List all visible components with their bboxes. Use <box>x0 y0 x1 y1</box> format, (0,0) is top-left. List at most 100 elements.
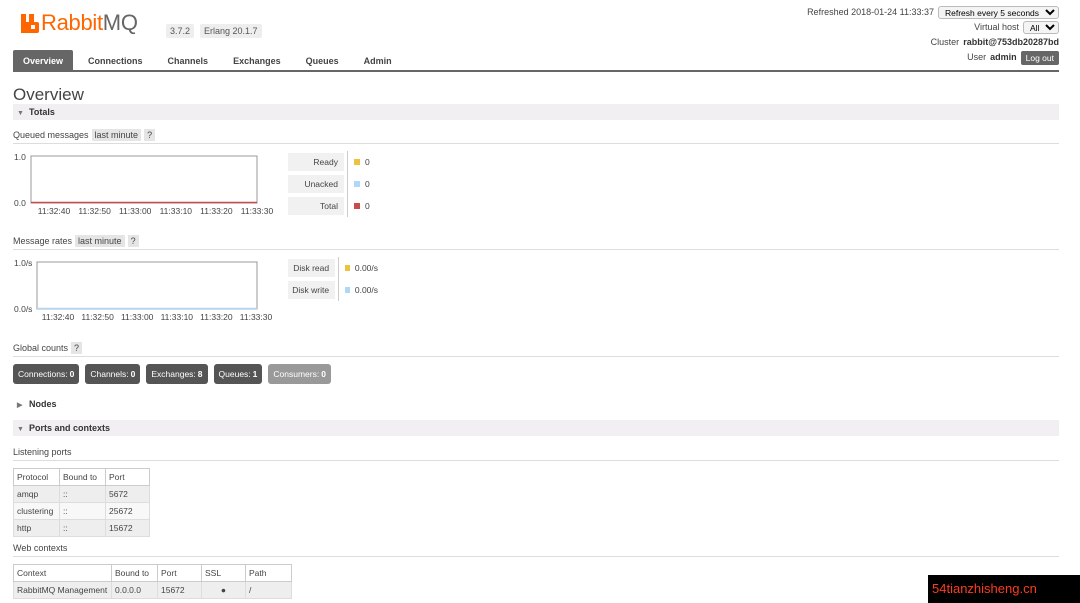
color-swatch <box>354 159 360 165</box>
global-counts: Connections: 0 Channels: 0 Exchanges: 8 Que… <box>13 364 331 384</box>
legend-unacked: Unacked 0 <box>288 173 378 195</box>
column-header: Bound to <box>59 468 106 486</box>
column-header: Port <box>105 468 150 486</box>
x-tick-label: 11:33:20 <box>200 206 233 216</box>
table-cell: 0.0.0.0 <box>111 581 158 599</box>
refreshed-timestamp: Refreshed 2018-01-24 11:33:37 <box>807 7 934 18</box>
virtual-host-select[interactable]: All <box>1023 21 1059 34</box>
y-axis-top-label: 1.0/s <box>14 258 32 268</box>
table-cell: amqp <box>13 485 60 503</box>
version-badge: 3.7.2 <box>166 24 195 38</box>
cluster-name: rabbit@753db20287bd <box>963 37 1059 48</box>
table-cell: / <box>245 581 292 599</box>
tab-queues[interactable]: Queues <box>296 50 349 70</box>
ports-section-title: Ports and contexts <box>29 423 111 433</box>
ssl-enabled-icon: ● <box>201 581 246 599</box>
page-title: Overview <box>13 85 84 104</box>
nodes-section-toggle[interactable]: ▶ Nodes <box>13 396 1059 412</box>
table-cell: 25672 <box>105 502 150 520</box>
y-axis-bottom-label: 0.0 <box>14 198 26 208</box>
consumers-count-button[interactable]: Consumers: 0 <box>268 364 331 384</box>
exchanges-count-button[interactable]: Exchanges: 8 <box>146 364 208 384</box>
help-icon[interactable]: ? <box>71 342 83 354</box>
table-row: http :: 15672 <box>13 519 150 537</box>
color-swatch <box>344 265 350 271</box>
totals-section-toggle[interactable]: ▼ Totals <box>13 104 1059 120</box>
table-cell: clustering <box>13 502 60 520</box>
connections-count-button[interactable]: Connections: 0 <box>13 364 80 384</box>
refresh-interval-select[interactable]: Refresh every 5 seconds <box>938 6 1059 19</box>
queued-messages-header: Queued messages last minute? <box>13 129 1059 144</box>
ports-section-toggle[interactable]: ▼ Ports and contexts <box>13 420 1059 436</box>
x-tick-label: 11:33:20 <box>200 312 233 322</box>
table-header-row: Protocol Bound to Port <box>13 468 150 486</box>
tab-channels[interactable]: Channels <box>158 50 219 70</box>
tab-overview[interactable]: Overview <box>13 50 74 70</box>
legend-value: 0 <box>365 179 370 189</box>
message-rates-label: Message rates <box>13 236 73 246</box>
web-contexts-label: Web contexts <box>13 543 68 553</box>
x-tick-label: 11:33:30 <box>241 206 274 216</box>
expanded-triangle-icon: ▼ <box>17 426 24 433</box>
table-cell: :: <box>59 519 106 537</box>
x-tick-label: 11:33:30 <box>240 312 273 322</box>
legend-value: 0 <box>365 157 370 167</box>
table-cell: :: <box>59 485 106 503</box>
color-swatch <box>344 287 350 293</box>
cluster-label: Cluster <box>930 37 960 48</box>
plot-area <box>36 261 258 310</box>
x-tick-label: 11:33:10 <box>160 206 193 216</box>
tab-connections[interactable]: Connections <box>78 50 153 70</box>
nodes-section-title: Nodes <box>29 399 57 409</box>
legend-value: 0.00/s <box>354 263 379 273</box>
table-cell: 5672 <box>105 485 150 503</box>
queued-messages-legend: Ready 0 Unacked 0 Total 0 <box>288 151 378 219</box>
brand-name: RabbitMQ <box>41 10 138 35</box>
column-header: Protocol <box>13 468 60 486</box>
table-header-row: Context Bound to Port SSL Path <box>13 564 292 582</box>
column-header: SSL <box>201 564 246 582</box>
column-header: Port <box>157 564 202 582</box>
main-nav-tabs: Overview Connections Channels Exchanges … <box>13 50 1059 72</box>
global-counts-label: Global counts <box>13 343 69 353</box>
listening-ports-header: Listening ports <box>13 447 1059 461</box>
help-icon[interactable]: ? <box>127 235 139 247</box>
legend-label: Unacked <box>288 175 344 193</box>
y-axis-bottom-label: 0.0/s <box>14 304 32 314</box>
queues-count-button[interactable]: Queues: 1 <box>213 364 263 384</box>
legend-ready: Ready 0 <box>288 151 378 173</box>
x-tick-label: 11:33:10 <box>161 312 194 322</box>
range-selector[interactable]: last minute <box>75 235 125 247</box>
color-swatch <box>354 181 360 187</box>
tab-exchanges[interactable]: Exchanges <box>223 50 291 70</box>
rabbitmq-logo-icon <box>21 13 39 33</box>
message-rates-legend: Disk read 0.00/s Disk write 0.00/s <box>288 257 379 303</box>
web-contexts-header: Web contexts <box>13 543 1059 557</box>
legend-value: 0.00/s <box>354 285 379 295</box>
queued-messages-label: Queued messages <box>13 130 89 140</box>
table-cell: :: <box>59 502 106 520</box>
legend-total: Total 0 <box>288 195 378 217</box>
y-axis-top-label: 1.0 <box>14 152 26 162</box>
message-rates-chart: 1.0/s 0.0/s 11:32:40 11:32:50 11:33:00 11:3… <box>13 256 283 324</box>
column-header: Bound to <box>111 564 158 582</box>
table-row: amqp :: 5672 <box>13 485 150 503</box>
x-tick-label: 11:32:50 <box>78 206 111 216</box>
virtual-host-label: Virtual host <box>974 22 1019 33</box>
queued-messages-chart: 1.0 0.0 11:32:40 11:32:50 11:33:00 11:33:10… <box>13 150 283 218</box>
table-cell: 15672 <box>105 519 150 537</box>
column-header: Path <box>245 564 292 582</box>
global-counts-header: Global counts? <box>13 342 1059 357</box>
totals-section-title: Totals <box>29 107 55 117</box>
x-tick-label: 11:33:00 <box>119 206 152 216</box>
range-selector[interactable]: last minute <box>91 129 142 141</box>
help-icon[interactable]: ? <box>144 129 156 141</box>
legend-label: Total <box>288 197 344 215</box>
tab-admin[interactable]: Admin <box>354 50 402 70</box>
watermark: 54tianzhisheng.cn <box>928 575 1080 603</box>
table-row: clustering :: 25672 <box>13 502 150 520</box>
web-contexts-table: Context Bound to Port SSL Path RabbitMQ … <box>13 564 292 599</box>
rabbitmq-logo[interactable]: RabbitMQ <box>21 10 138 36</box>
channels-count-button[interactable]: Channels: 0 <box>85 364 141 384</box>
legend-label: Ready <box>288 153 344 171</box>
